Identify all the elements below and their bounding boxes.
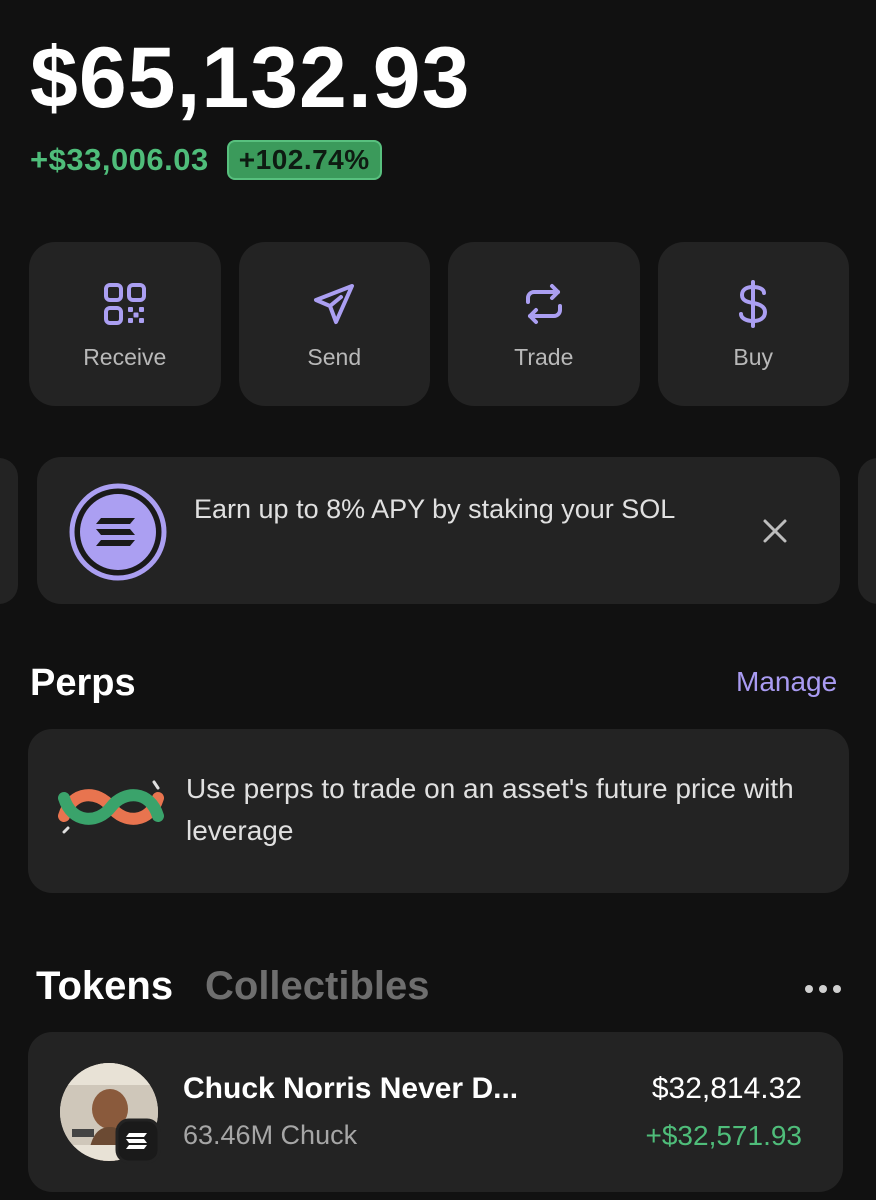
portfolio-change-percent-badge: +102.74% [226, 140, 382, 180]
swap-arrows-icon [525, 283, 562, 324]
send-icon [314, 283, 355, 324]
perps-description: Use perps to trade on an asset's future … [186, 773, 794, 846]
receive-label: Receive [83, 343, 167, 370]
carousel-next-card[interactable] [858, 458, 876, 604]
trade-button[interactable]: Trade [448, 242, 640, 406]
close-icon[interactable] [758, 514, 792, 548]
send-button[interactable]: Send [238, 242, 430, 406]
buy-label: Buy [733, 343, 774, 370]
portfolio-change-row: +$33,006.03 +102.74% [30, 140, 382, 180]
token-amount: 63.46M Chuck [183, 1120, 358, 1150]
solana-badge-icon [115, 1118, 161, 1164]
qr-code-icon [103, 282, 146, 325]
more-horizontal-icon[interactable] [800, 980, 846, 998]
portfolio-change-amount: +$33,006.03 [30, 142, 209, 177]
solana-logo-icon [69, 483, 167, 581]
perps-logo-icon [58, 780, 164, 834]
manage-perps-link[interactable]: Manage [736, 666, 837, 698]
buy-button[interactable]: Buy [657, 242, 849, 406]
token-change: +$32,571.93 [645, 1120, 803, 1151]
tab-tokens[interactable]: Tokens [36, 964, 173, 1009]
token-value: $32,814.32 [651, 1072, 802, 1105]
tab-collectibles[interactable]: Collectibles [205, 964, 430, 1009]
perps-section-title: Perps [30, 662, 136, 704]
receive-button[interactable]: Receive [29, 242, 221, 406]
portfolio-balance: $65,132.93 [30, 30, 471, 126]
carousel-prev-card[interactable] [0, 458, 18, 604]
trade-label: Trade [514, 343, 574, 370]
staking-banner-text: Earn up to 8% APY by staking your SOL [194, 494, 676, 524]
send-label: Send [307, 343, 362, 370]
action-buttons: Receive Send Trade Buy [29, 242, 849, 406]
dollar-icon [739, 279, 768, 328]
token-name: Chuck Norris Never D... [183, 1072, 519, 1105]
